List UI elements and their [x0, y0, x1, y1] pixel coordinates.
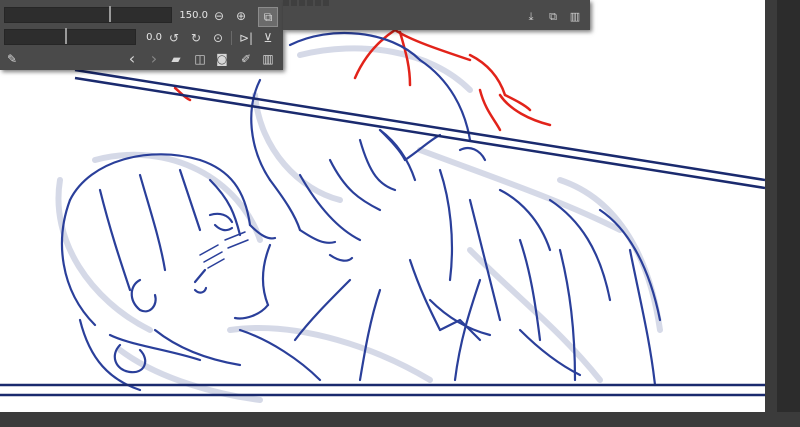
rotation-value: 0.0 — [146, 32, 162, 43]
zoom-row: 150.0 ⊖ ⊕ ⧉ — [0, 4, 283, 27]
plus-circle-icon[interactable]: ⊕ — [233, 8, 249, 24]
layer-tab[interactable] — [299, 0, 305, 6]
copy-icon[interactable]: ⧉ — [546, 10, 560, 24]
eyedropper-icon[interactable]: ✎ — [4, 51, 20, 67]
layer-tab[interactable] — [307, 0, 313, 6]
minus-circle-icon[interactable]: ⊖ — [211, 8, 227, 24]
camera-icon[interactable]: ◙ — [214, 51, 230, 67]
trash-icon[interactable]: ▥ — [568, 10, 582, 24]
scrollbar-track[interactable] — [777, 0, 800, 427]
new-layer-icon[interactable]: ◫ — [192, 51, 208, 67]
navigator-panel: 150.0 ⊖ ⊕ ⧉ 0.0 ↺ ↻ ⊙ ⊳| ⊻ ✎ ‹ › ▰ ◫ ◙ ✐… — [0, 0, 283, 70]
divider — [231, 31, 232, 45]
rotation-row: 0.0 ↺ ↻ ⊙ ⊳| ⊻ — [0, 26, 283, 48]
edit-icon[interactable]: ✐ — [238, 51, 254, 67]
chevron-right-icon[interactable]: › — [146, 51, 162, 67]
layer-tab[interactable] — [315, 0, 321, 6]
zoom-value: 150.0 — [179, 10, 208, 21]
line-art — [60, 31, 662, 392]
zoom-slider-handle[interactable] — [109, 6, 111, 22]
rotation-slider[interactable] — [4, 28, 136, 45]
action-row: ✎ ‹ › ▰ ◫ ◙ ✐ ▥ — [0, 48, 283, 70]
rotation-slider-handle[interactable] — [65, 28, 67, 44]
canvas-bottom-gutter — [0, 412, 800, 427]
folder-icon[interactable]: ▰ — [168, 51, 184, 67]
flip-horizontal-icon[interactable]: ⊳| — [238, 30, 254, 46]
layer-actions: ⤓ ⧉ ▥ — [524, 10, 582, 24]
layer-tab[interactable] — [323, 0, 329, 6]
zoom-slider[interactable] — [4, 6, 172, 23]
trash-icon[interactable]: ▥ — [260, 51, 276, 67]
flip-vertical-icon[interactable]: ⊻ — [260, 30, 276, 46]
rotate-cw-icon[interactable]: ↻ — [188, 30, 204, 46]
layer-tab[interactable] — [283, 0, 289, 6]
merge-down-icon[interactable]: ⤓ — [524, 10, 538, 24]
layer-tab[interactable] — [291, 0, 297, 6]
layer-panel: ⤓ ⧉ ▥ — [283, 0, 590, 30]
copy-layers-icon[interactable]: ⧉ — [258, 7, 278, 27]
chevron-left-icon[interactable]: ‹ — [124, 51, 140, 67]
rotate-ccw-icon[interactable]: ↺ — [166, 30, 182, 46]
layer-tabs — [283, 0, 523, 6]
reset-icon[interactable]: ⊙ — [210, 30, 226, 46]
